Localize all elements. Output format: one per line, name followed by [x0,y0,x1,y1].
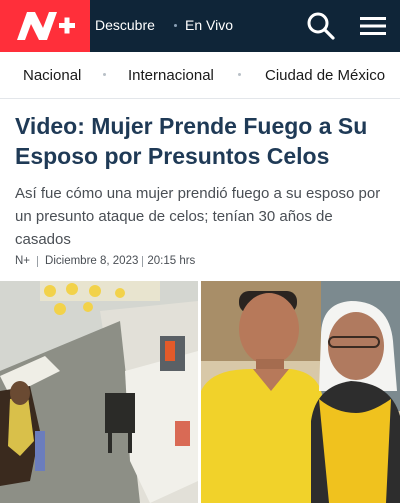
section-nacional-link[interactable]: Nacional [23,67,81,84]
byline-time: 20:15 hrs [147,255,196,267]
nav-en-vivo-link[interactable]: En Vivo [185,17,233,33]
article-image-cctv [0,281,198,503]
nav-separator [174,24,177,27]
article-summary: Así fue cómo una mujer prendió fuego a s… [15,185,381,248]
menu-icon[interactable] [357,10,389,42]
article-headline: Video: Mujer Prende Fuego a Su Esposo po… [15,113,368,169]
section-separator [103,73,106,76]
section-cdmx-link[interactable]: Ciudad de México [265,67,385,84]
brand-logo[interactable] [0,0,90,52]
byline-divider [37,255,39,267]
byline-date: Diciembre 8, 2023 [45,255,139,267]
section-separator [238,73,241,76]
article-byline: N+ Diciembre 8, 2023 20:15 hrs [15,255,195,267]
article-image-couple [201,281,400,503]
section-internacional-link[interactable]: Internacional [128,67,214,84]
nav-descubre-link[interactable]: Descubre [95,17,155,33]
search-icon[interactable] [305,10,337,42]
top-navigation-bar: Descubre En Vivo [0,0,400,52]
byline-source[interactable]: N+ [15,255,30,267]
nplus-logo-icon [17,12,75,40]
byline-divider [142,255,144,267]
